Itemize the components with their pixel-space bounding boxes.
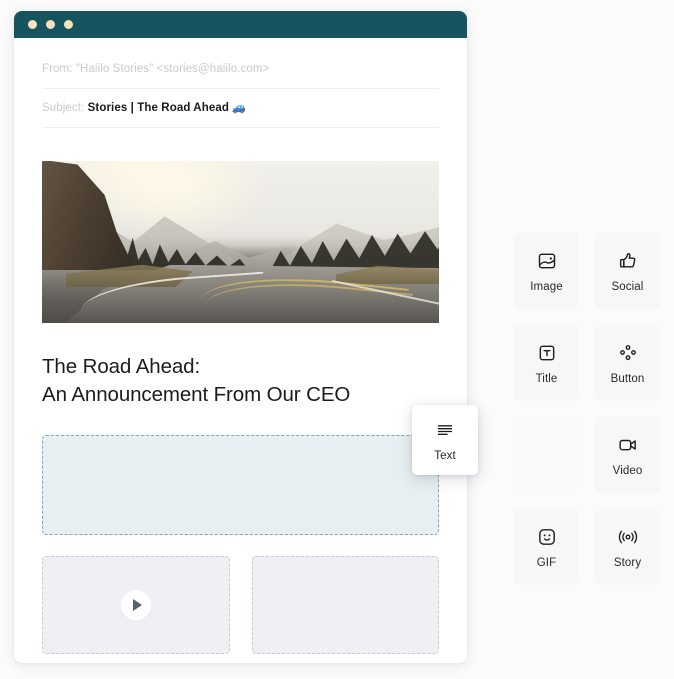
thumbs-up-icon: [617, 250, 639, 272]
play-triangle: [132, 599, 142, 611]
email-editor-card: From: "Haiilo Stories" <stories@haiilo.c…: [14, 11, 467, 663]
editor-body: From: "Haiilo Stories" <stories@haiilo.c…: [14, 38, 467, 654]
play-icon[interactable]: [120, 590, 151, 620]
title-t-icon: [536, 342, 558, 364]
widget-tile-title[interactable]: Title: [514, 325, 579, 401]
from-value: "Haiilo Stories" <stories@haiilo.com>: [75, 63, 270, 75]
broadcast-icon: [617, 526, 639, 548]
widget-label-story: Story: [613, 556, 642, 569]
window-title-bar: [14, 11, 467, 38]
from-label: From:: [42, 63, 73, 75]
headline-line-1: The Road Ahead:: [42, 355, 201, 378]
email-from-row[interactable]: From: "Haiilo Stories" <stories@haiilo.c…: [42, 38, 439, 89]
widget-label-title: Title: [535, 372, 558, 385]
car-emoji-icon: 🚙: [232, 102, 247, 114]
text-lines-icon: [434, 419, 456, 441]
widget-tile-social[interactable]: Social: [595, 233, 660, 309]
widget-palette: Image Social Title Button Video GIF Stor…: [514, 233, 660, 585]
widget-tile-story[interactable]: Story: [595, 509, 660, 585]
widget-tile-image[interactable]: Image: [514, 233, 579, 309]
widget-label-social: Social: [611, 280, 644, 293]
window-dot-maximize[interactable]: [64, 20, 73, 29]
video-placeholder-block[interactable]: [42, 556, 230, 654]
button-dots-icon: [617, 342, 639, 364]
smiley-face-icon: [536, 526, 558, 548]
email-subject-row[interactable]: Subject: Stories | The Road Ahead 🚙: [42, 89, 439, 128]
placeholder-row: [42, 556, 439, 654]
widget-tile-text-origin-slot[interactable]: [514, 417, 579, 493]
subject-label: Subject:: [42, 102, 85, 114]
window-dot-close[interactable]: [28, 20, 37, 29]
video-camera-icon: [617, 434, 639, 456]
headline-line-2: An Announcement From Our CEO: [42, 383, 351, 406]
subject-value: Stories | The Road Ahead: [87, 102, 229, 114]
widget-label-video: Video: [612, 464, 643, 477]
dragged-text-widget-tile[interactable]: Text: [412, 405, 478, 475]
dragged-tile-label: Text: [434, 449, 456, 462]
hero-image[interactable]: [42, 161, 439, 323]
widget-label-image: Image: [530, 280, 563, 293]
window-dot-minimize[interactable]: [46, 20, 55, 29]
empty-placeholder-block[interactable]: [251, 556, 439, 654]
widget-tile-video[interactable]: Video: [595, 417, 660, 493]
email-headline[interactable]: The Road Ahead: An Announcement From Our…: [42, 353, 439, 409]
widget-label-gif: GIF: [536, 556, 557, 569]
widget-tile-button[interactable]: Button: [595, 325, 660, 401]
widget-label-button: Button: [610, 372, 645, 385]
image-icon: [536, 250, 558, 272]
widget-tile-gif[interactable]: GIF: [514, 509, 579, 585]
text-block-drop-zone[interactable]: [42, 435, 439, 535]
